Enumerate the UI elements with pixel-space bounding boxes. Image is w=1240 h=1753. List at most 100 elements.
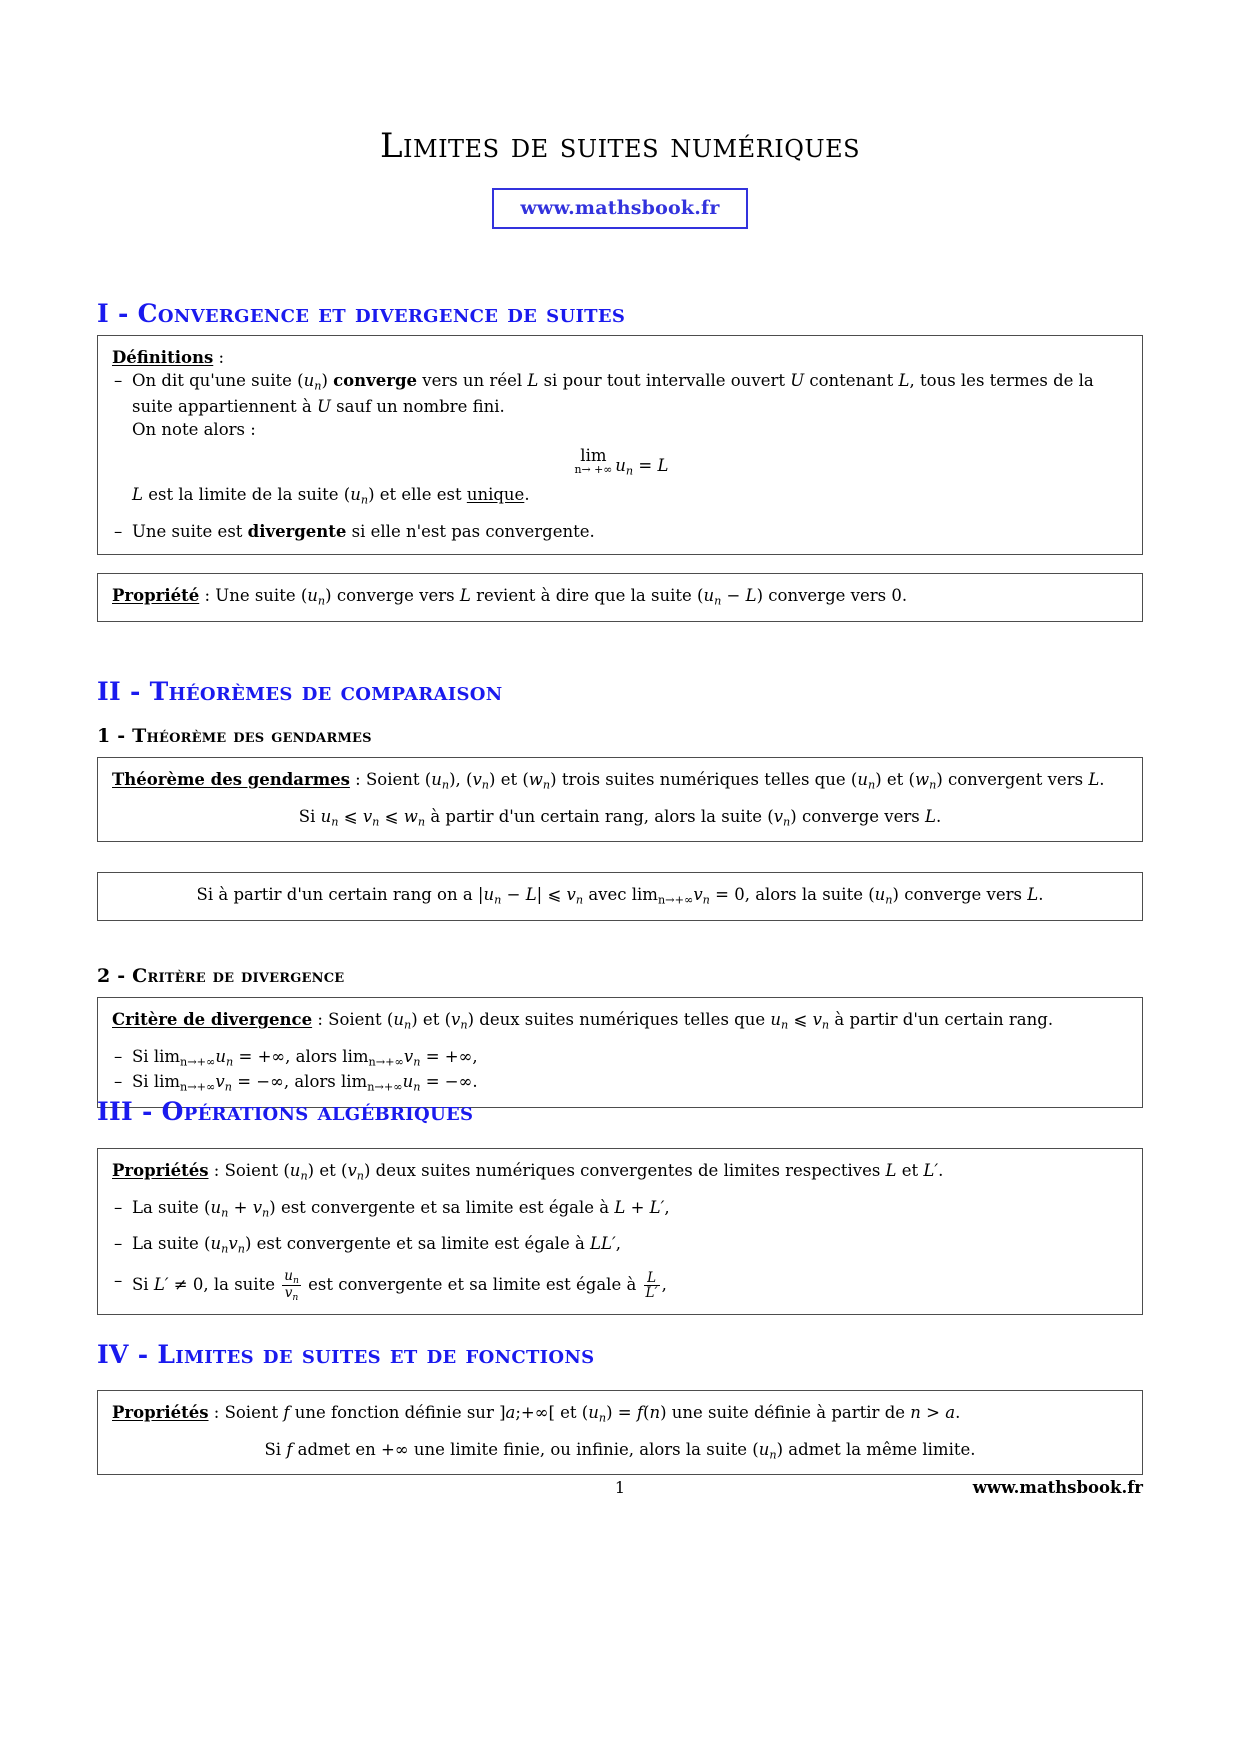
txt: Si: [264, 1439, 287, 1459]
footer-website-url: www.mathsbook.fr: [972, 1478, 1143, 1497]
definition-item-converge: On dit qu'une suite (un) converge vers u…: [112, 369, 1128, 418]
txt: vers un réel: [417, 371, 528, 391]
lim-subscript: n→+∞: [657, 893, 694, 907]
propriete-line: Propriété : Une suite (un) converge vers…: [112, 584, 1128, 610]
propriete-label: Propriété: [112, 586, 200, 605]
txt: = −∞.: [420, 1072, 478, 1091]
txt: si elle n'est pas convergente.: [346, 521, 595, 541]
txt: Si: [132, 1274, 154, 1294]
txt: contenant: [804, 371, 899, 391]
math-var-u: u: [615, 455, 626, 475]
txt: = −∞, alors lim: [231, 1072, 368, 1091]
page-title: Limites de suites numériques: [379, 126, 861, 166]
math-sub-n: n: [481, 778, 490, 792]
math-var-v: v: [566, 885, 576, 904]
section-heading-3: III - Opérations algébriques: [97, 1097, 474, 1126]
critere-item-2: Si limn→+∞vn = −∞, alors limn→+∞un = −∞.: [112, 1070, 1128, 1096]
fraction-numerator: un: [282, 1267, 301, 1287]
math-var-n: n: [910, 1403, 921, 1422]
gendarmes-statement: Théorème des gendarmes : Soient (un), (v…: [112, 768, 1128, 794]
txt: La suite (: [132, 1234, 211, 1253]
math-sub-n: n: [575, 893, 584, 907]
definitions-colon: :: [213, 348, 225, 367]
math-var-L: L: [745, 586, 757, 605]
math-var-w: w: [403, 806, 418, 826]
math-var-L: L: [898, 371, 910, 391]
math-var-u: u: [874, 885, 886, 904]
math-leqslant: ⩽: [788, 1010, 813, 1029]
math-var-v: v: [693, 885, 703, 904]
txt: ): [321, 371, 334, 391]
section-heading-2: II - Théorèmes de comparaison: [97, 677, 503, 706]
txt: Si lim: [132, 1046, 181, 1066]
math-var-L: L: [1088, 770, 1100, 789]
txt: Si lim: [132, 1072, 181, 1091]
math-var-L: L: [657, 455, 669, 475]
math-var-v: v: [228, 1234, 238, 1253]
txt: La suite (: [132, 1197, 211, 1217]
math-sub-n: n: [331, 815, 339, 829]
math-var-v: v: [812, 1010, 822, 1029]
txt: revient à dire que la suite (: [470, 586, 704, 605]
propriete-box: Propriété : Une suite (un) converge vers…: [97, 573, 1143, 622]
txt: Si à partir d'un certain rang on a |: [196, 885, 484, 904]
txt: : Soient: [208, 1403, 284, 1422]
math-var-v: v: [215, 1072, 225, 1091]
fraction-un-vn: un vn: [282, 1267, 301, 1303]
math-var-u: u: [588, 1403, 599, 1422]
txt: ) convergent vers: [936, 770, 1089, 789]
txt: à partir d'un certain rang.: [829, 1010, 1054, 1029]
math-var-LL: LL: [590, 1234, 612, 1253]
math-leqslant: | ⩽: [536, 885, 567, 904]
keyword-converge: converge: [333, 371, 417, 391]
math-var-v: v: [403, 1046, 414, 1066]
math-var-u: u: [483, 885, 495, 904]
math-sub-n: n: [460, 1018, 468, 1032]
txt: ) deux suites numériques convergentes de…: [364, 1161, 886, 1180]
txt: ,: [661, 1274, 667, 1294]
txt: ) et (: [307, 1161, 348, 1180]
txt: = +∞, alors lim: [233, 1046, 369, 1066]
math-var-L: L: [527, 371, 539, 391]
txt: ) et (: [875, 770, 915, 789]
txt: .: [524, 485, 530, 505]
txt: = 0, alors la suite (: [709, 885, 875, 904]
txt: .: [1099, 770, 1105, 789]
math-var-L: L: [459, 586, 471, 605]
math-var-L: L: [923, 1161, 935, 1180]
lim-operator: lim n→ +∞: [574, 447, 613, 477]
math-var-v: v: [472, 770, 482, 789]
math-minus: −: [721, 586, 746, 605]
math-var-L: L: [649, 1197, 661, 1217]
lim-underset: n→ +∞: [574, 463, 613, 477]
math-var-v: v: [451, 1010, 461, 1029]
txt: avec lim: [583, 885, 658, 904]
footer-row: 1 www.mathsbook.fr: [0, 1478, 1240, 1502]
fraction-denominator: vn: [282, 1286, 301, 1303]
math-plus: +: [625, 1197, 650, 1217]
txt: et: [896, 1161, 924, 1180]
math-sub-n: n: [885, 893, 893, 907]
definition-note: On note alors :: [132, 420, 256, 440]
txt: ) est convergente et sa limite est égale…: [269, 1197, 615, 1217]
math-var-L: L: [924, 806, 936, 826]
absolute-value-criterion-box: Si à partir d'un certain rang on a |un −…: [97, 872, 1143, 921]
math-sub-n: n: [441, 778, 450, 792]
operations-item-product: La suite (unvn) est convergente et sa li…: [112, 1232, 1128, 1258]
math-var-u: u: [393, 1010, 405, 1029]
math-leqslant: ⩽: [338, 806, 363, 826]
math-var-a: a: [505, 1403, 516, 1422]
math-var-n: n: [649, 1403, 661, 1422]
lim-subscript: n→+∞: [367, 1080, 403, 1094]
txt: : Soient (: [349, 770, 432, 789]
math-equals: =: [633, 455, 658, 475]
website-url-badge[interactable]: www.mathsbook.fr: [492, 188, 748, 229]
math-var-u: u: [284, 1267, 293, 1284]
math-var-u: u: [402, 1072, 414, 1091]
operations-item-sum: La suite (un + vn) est convergente et sa…: [112, 1196, 1128, 1222]
keyword-divergente: divergente: [247, 521, 347, 541]
